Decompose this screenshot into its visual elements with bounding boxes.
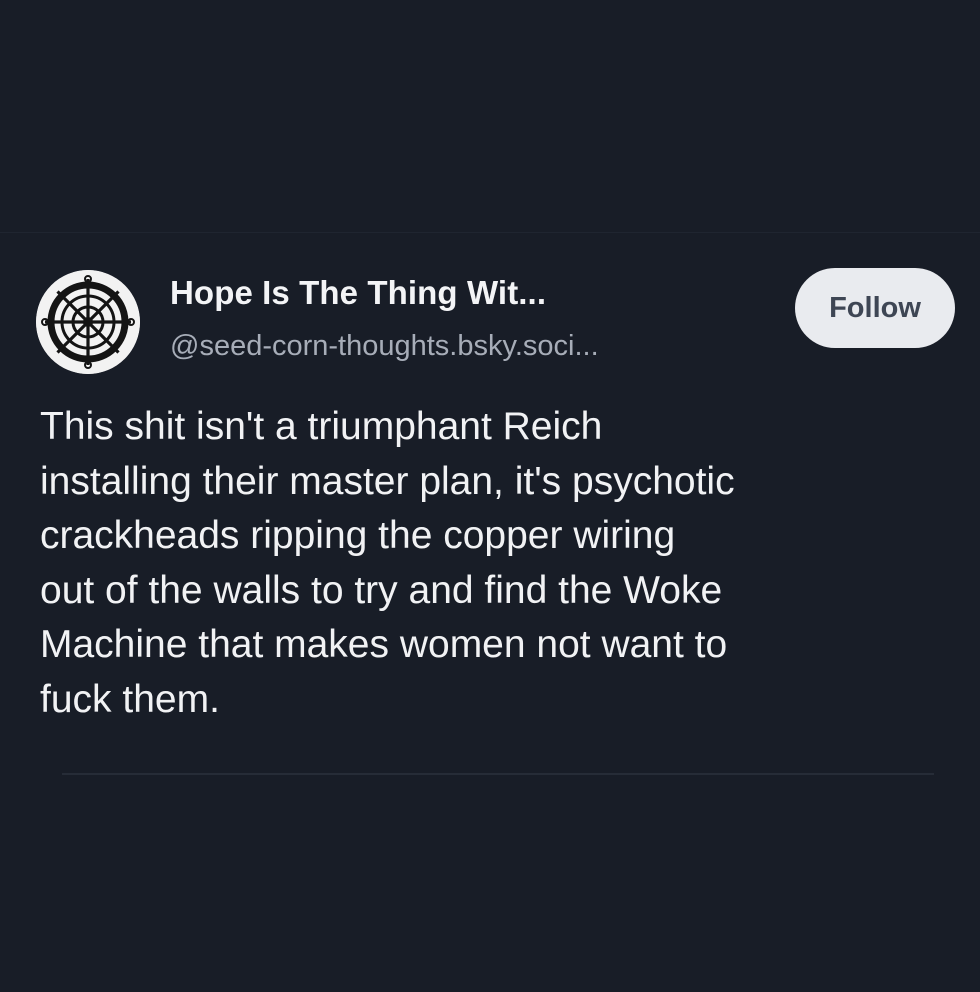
author-display-name[interactable]: Hope Is The Thing Wit...: [170, 274, 546, 312]
author-avatar[interactable]: [36, 270, 140, 374]
post-text-line: This shit isn't a triumphant Reich: [40, 405, 603, 448]
post-text-line: crackheads ripping the copper wiring: [40, 514, 676, 557]
post-text: This shit isn't a triumphant Reich insta…: [40, 400, 960, 727]
follow-button[interactable]: Follow: [795, 268, 955, 348]
post-text-line: installing their master plan, it's psych…: [40, 459, 735, 503]
post-text-line: fuck them.: [40, 677, 220, 721]
author-handle[interactable]: @seed-corn-thoughts.bsky.soci...: [170, 330, 599, 363]
post-text-line: out of the walls to try and find the Wok…: [40, 568, 723, 612]
post-text-line: Machine that makes women not want to: [40, 623, 728, 666]
ship-wheel-icon: [36, 270, 140, 374]
post-divider: [62, 773, 934, 775]
